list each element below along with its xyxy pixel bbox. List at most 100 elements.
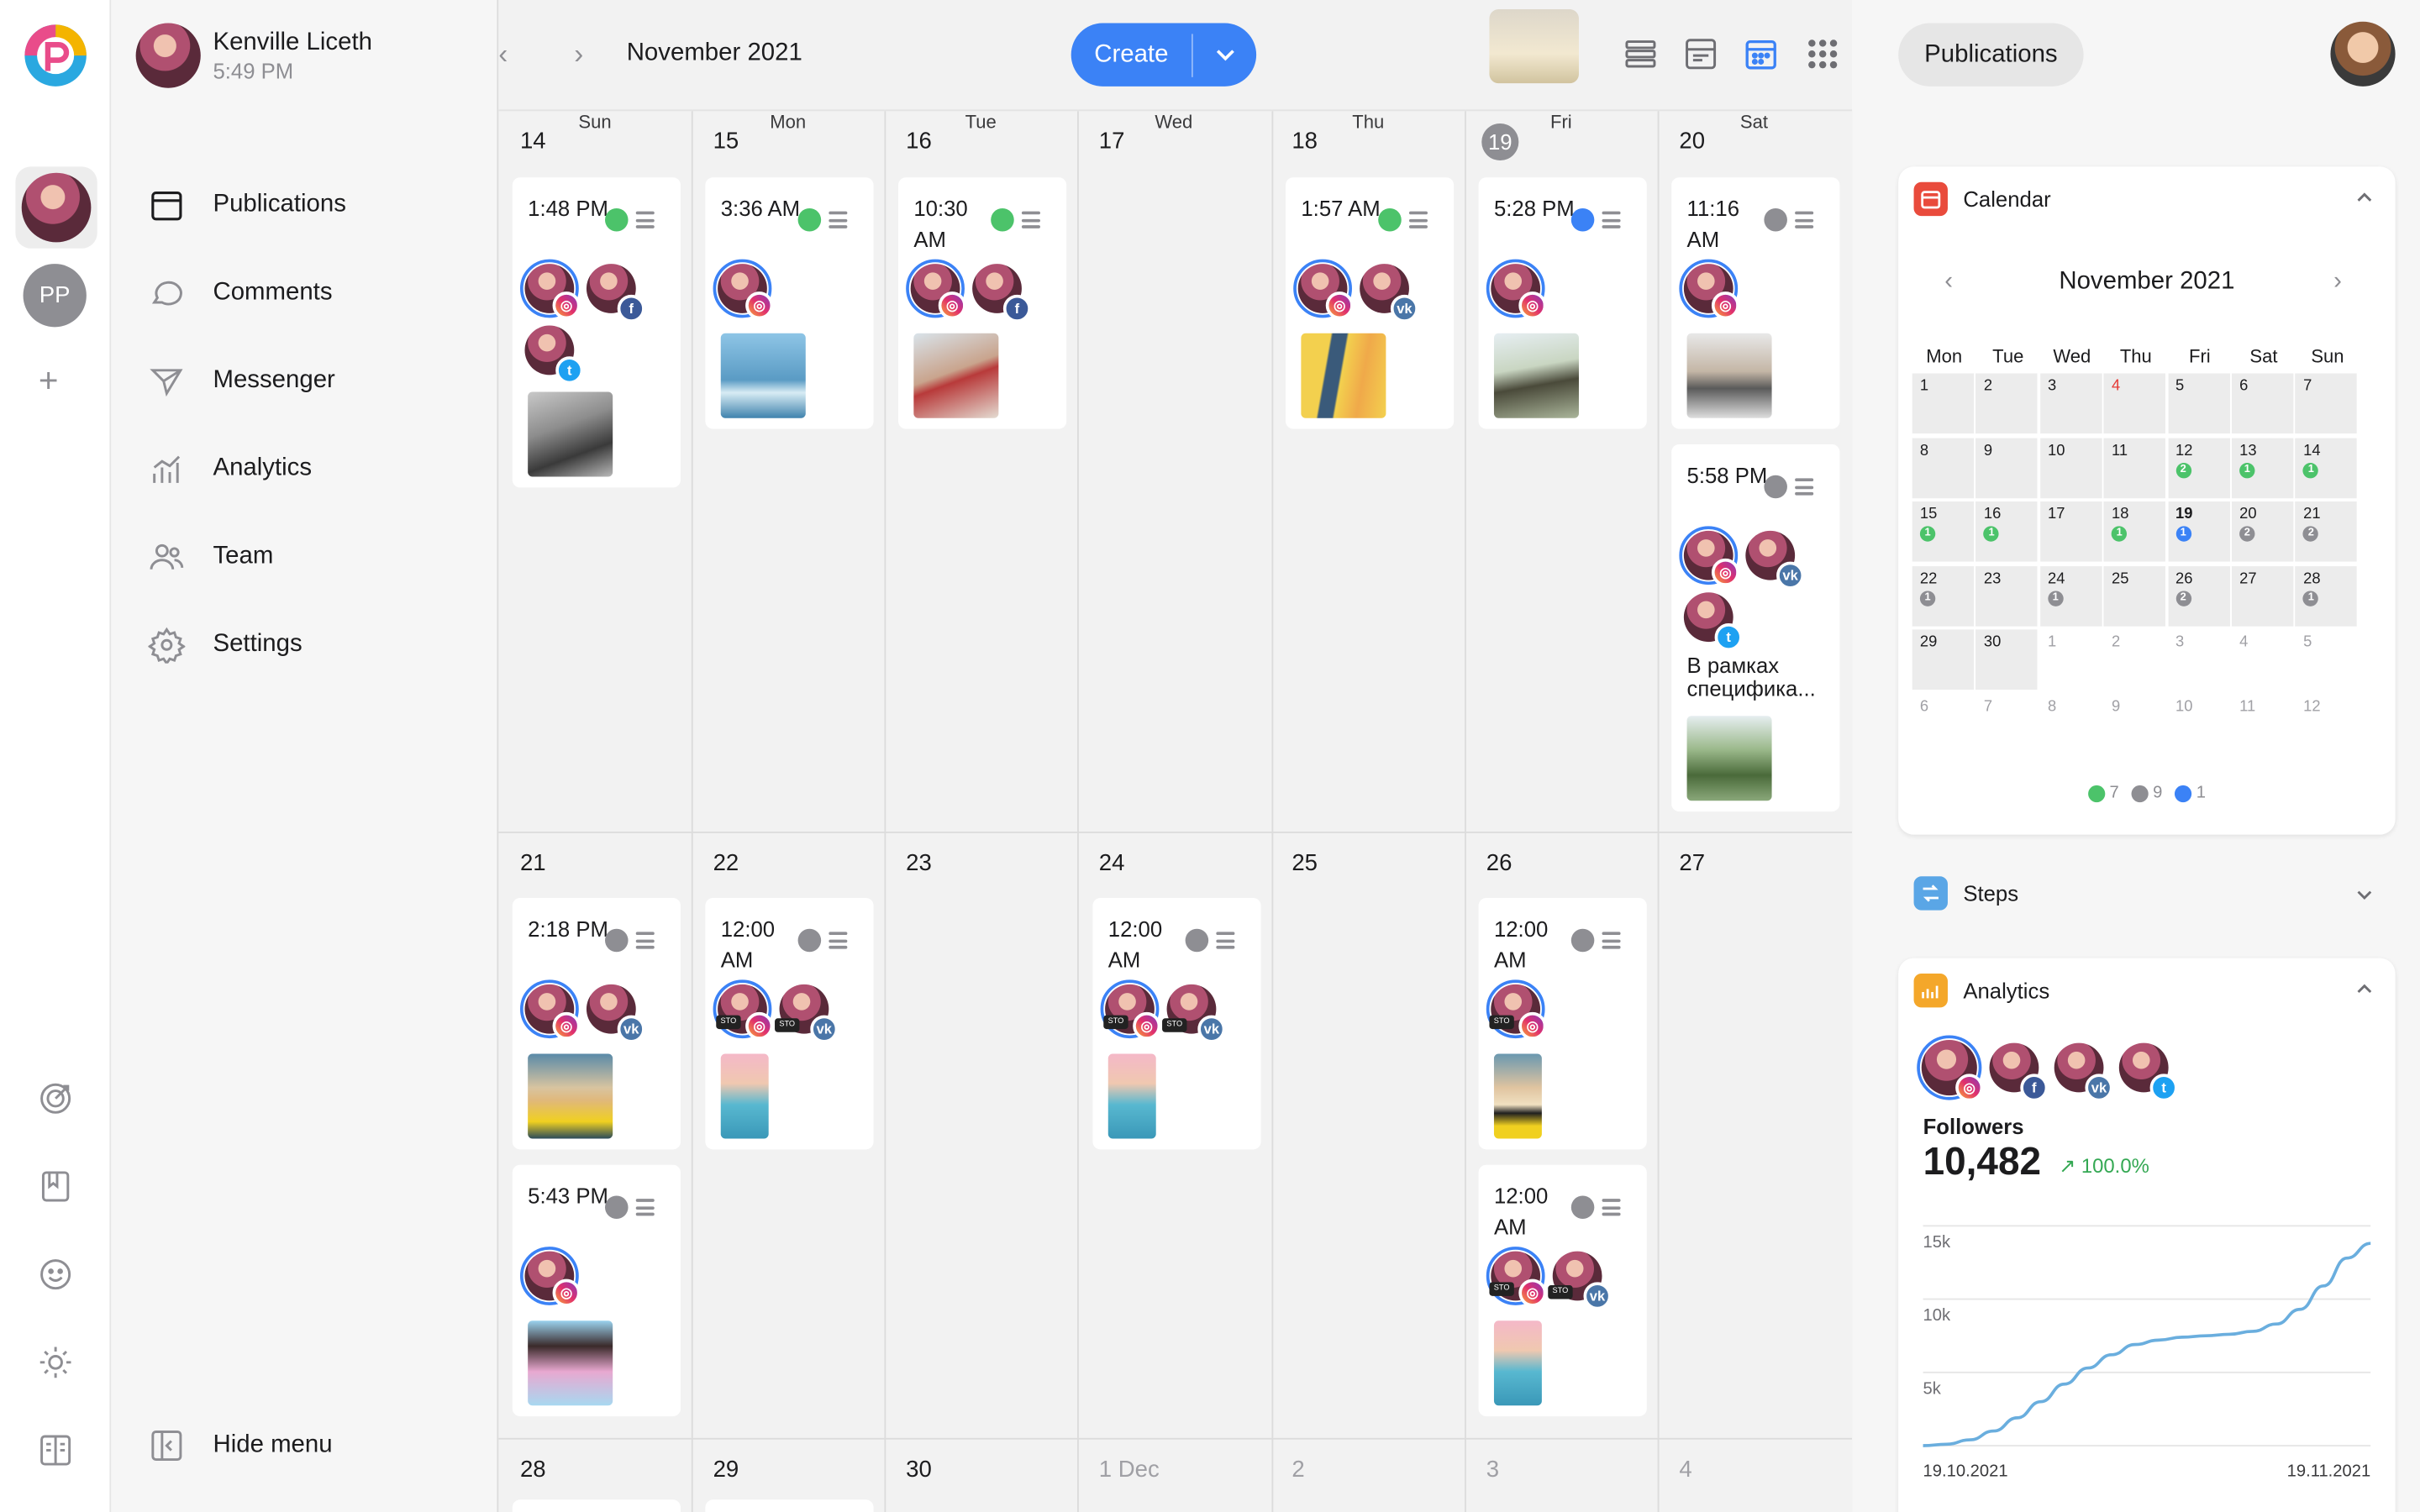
chevron-up-icon[interactable] — [2355, 188, 2374, 207]
post-card[interactable]: 5:58 PM ◎ vk t В рамках специфика... — [1671, 444, 1840, 812]
day-number[interactable]: 2 — [1292, 1457, 1304, 1483]
day-number[interactable]: 15 — [713, 128, 739, 154]
mini-day-cell[interactable]: 9 — [1975, 437, 2039, 498]
day-number[interactable]: 22 — [713, 850, 739, 876]
profile-avatar[interactable] — [2330, 21, 2396, 87]
create-dropdown[interactable] — [1193, 49, 1256, 61]
mini-day-number[interactable]: 11 — [2239, 698, 2255, 715]
day-number[interactable]: 1 Dec — [1099, 1457, 1160, 1483]
mini-day-cell[interactable]: 22 1 — [1912, 565, 1975, 626]
day-number[interactable]: 14 — [520, 128, 546, 154]
nav-messenger[interactable]: Messenger — [148, 358, 335, 404]
mini-day-cell[interactable]: 2 — [1975, 373, 2039, 434]
post-card[interactable]: 11:16 AM ◎ — [1671, 177, 1840, 429]
app-logo-icon[interactable] — [22, 22, 90, 90]
mini-day-cell[interactable]: 29 — [1912, 629, 1975, 690]
target-icon[interactable] — [37, 1080, 74, 1117]
account-avatar[interactable]: f — [1985, 1038, 2049, 1102]
post-card[interactable]: 12:00 AM STO ◎ STO vk — [1478, 1164, 1647, 1417]
mini-day-cell[interactable]: 14 1 — [2295, 437, 2358, 498]
user-profile[interactable]: Kenville Liceth 5:49 PM — [135, 22, 372, 90]
post-card[interactable]: 10:30 AM ◎ f — [897, 177, 1067, 429]
post-card[interactable]: 1:57 AM ◎ vk — [1286, 177, 1455, 429]
mini-day-cell[interactable]: 5 — [2167, 373, 2230, 434]
nav-team[interactable]: Team — [148, 534, 273, 580]
mini-day-cell[interactable]: 12 2 — [2167, 437, 2230, 498]
account-avatar[interactable]: vk — [2049, 1038, 2113, 1102]
feed-view-icon[interactable] — [1684, 37, 1718, 71]
mini-day-cell[interactable]: 30 — [1975, 629, 2039, 690]
day-number[interactable]: 21 — [520, 850, 546, 876]
hide-menu-button[interactable]: Hide menu — [148, 1427, 333, 1464]
day-number[interactable]: 17 — [1099, 128, 1125, 154]
day-number[interactable]: 16 — [906, 128, 932, 154]
mini-day-cell[interactable]: 8 — [1912, 437, 1975, 498]
post-card[interactable]: 5:43 PM ◎ — [512, 1164, 681, 1417]
chevron-down-icon[interactable] — [2355, 885, 2374, 904]
mini-day-number[interactable]: 12 — [2303, 698, 2320, 715]
mini-day-cell[interactable]: 27 — [2231, 565, 2294, 626]
mini-day-cell[interactable]: 21 2 — [2295, 501, 2358, 562]
workspace-avatar[interactable]: PP — [23, 264, 87, 328]
day-number[interactable]: 28 — [520, 1457, 546, 1483]
menu-icon[interactable] — [1795, 211, 1814, 228]
nav-settings[interactable]: Settings — [148, 622, 302, 668]
post-card[interactable] — [512, 1499, 681, 1512]
day-number[interactable]: 23 — [906, 850, 932, 876]
day-number[interactable]: 29 — [713, 1457, 739, 1483]
post-card[interactable] — [705, 1499, 874, 1512]
publications-button[interactable]: Publications — [1898, 23, 2084, 87]
post-card[interactable]: 1:48 PM ◎ f t — [512, 177, 681, 488]
mini-day-cell[interactable]: 7 — [2295, 373, 2358, 434]
day-number[interactable]: 30 — [906, 1457, 932, 1483]
mini-day-cell[interactable]: 13 1 — [2231, 437, 2294, 498]
mini-day-number[interactable]: 3 — [2175, 634, 2184, 651]
mini-day-cell[interactable]: 11 — [2103, 437, 2166, 498]
mini-day-cell[interactable]: 16 1 — [1975, 501, 2039, 562]
nav-publications[interactable]: Publications — [148, 182, 346, 228]
mini-day-cell[interactable]: 10 — [2039, 437, 2102, 498]
calendar-view-icon[interactable] — [1744, 37, 1778, 71]
add-workspace-button[interactable]: + — [39, 364, 59, 397]
mini-day-cell[interactable]: 23 — [1975, 565, 2039, 626]
day-number[interactable]: 20 — [1679, 128, 1705, 154]
day-number[interactable]: 4 — [1679, 1457, 1691, 1483]
mini-day-cell[interactable]: 15 1 — [1912, 501, 1975, 562]
mini-day-cell[interactable]: 28 1 — [2295, 565, 2358, 626]
steps-widget[interactable]: Steps — [1898, 867, 2395, 922]
mini-day-number[interactable]: 1 — [2048, 634, 2056, 651]
list-view-icon[interactable] — [1623, 37, 1657, 71]
prev-month-button[interactable]: ‹ — [498, 40, 520, 68]
chevron-up-icon[interactable] — [2355, 979, 2374, 998]
post-card[interactable]: 5:28 PM ◎ — [1478, 177, 1647, 429]
grid-view-icon[interactable] — [1806, 37, 1839, 71]
menu-icon[interactable] — [1021, 211, 1040, 228]
post-card[interactable]: 2:18 PM ◎ vk — [512, 897, 681, 1150]
account-avatar[interactable]: ◎ — [1917, 1035, 1984, 1102]
day-number[interactable]: 26 — [1486, 850, 1512, 876]
create-button[interactable]: Create — [1071, 23, 1257, 87]
mini-day-cell[interactable]: 1 — [1912, 373, 1975, 434]
layout-icon[interactable] — [37, 1431, 74, 1468]
smile-icon[interactable] — [37, 1256, 74, 1293]
post-card[interactable]: 3:36 AM ◎ — [705, 177, 874, 429]
account-avatar[interactable]: t — [2114, 1038, 2178, 1102]
next-month-button[interactable]: › — [574, 40, 596, 68]
menu-icon[interactable] — [1795, 478, 1814, 496]
menu-icon[interactable] — [635, 932, 655, 949]
mini-day-cell[interactable]: 17 — [2039, 501, 2102, 562]
media-preview[interactable] — [1489, 9, 1579, 84]
nav-analytics[interactable]: Analytics — [148, 446, 312, 492]
post-card[interactable]: 12:00 AM STO ◎ — [1478, 897, 1647, 1150]
post-card[interactable]: 12:00 AM STO ◎ STO vk — [1092, 897, 1261, 1150]
menu-icon[interactable] — [1602, 1199, 1621, 1216]
day-number[interactable]: 25 — [1292, 850, 1318, 876]
active-account[interactable] — [15, 166, 97, 249]
mini-day-cell[interactable]: 26 2 — [2167, 565, 2230, 626]
sun-icon[interactable] — [37, 1344, 74, 1381]
mini-next-icon[interactable]: › — [2333, 269, 2342, 297]
mini-day-number[interactable]: 6 — [1920, 698, 1928, 715]
menu-icon[interactable] — [829, 932, 848, 949]
mini-day-number[interactable]: 2 — [2112, 634, 2120, 651]
mini-day-cell[interactable]: 24 1 — [2039, 565, 2102, 626]
